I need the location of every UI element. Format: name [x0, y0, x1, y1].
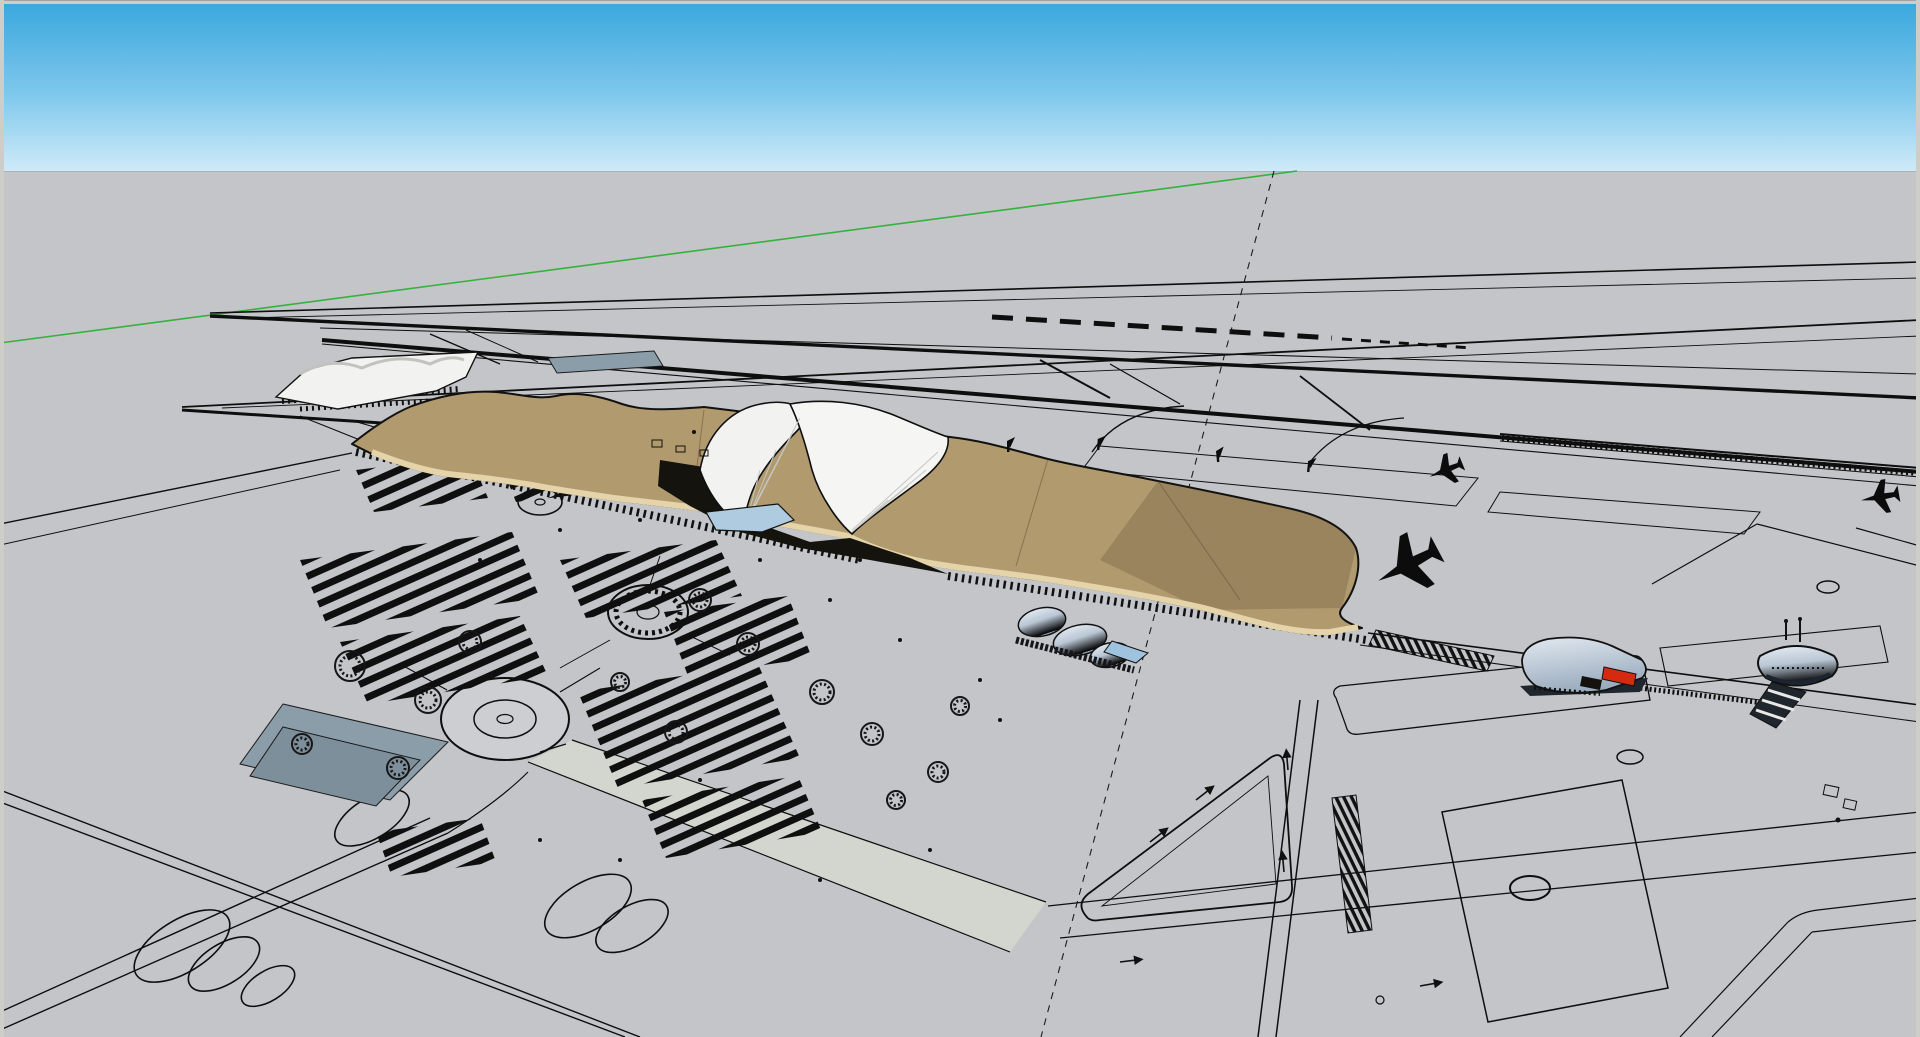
antenna-tip: [1798, 617, 1802, 621]
sky: [0, 0, 1920, 171]
window-border-edge: [0, 0, 1920, 1]
window-border-right: [1916, 0, 1920, 1037]
small-structure: [1836, 818, 1841, 823]
model-viewport-canvas[interactable]: [0, 0, 1920, 1037]
window-border-top: [0, 1, 1920, 4]
window-border-left: [0, 0, 4, 1037]
antenna-tip: [1784, 619, 1788, 623]
model-viewport-window: [0, 0, 1920, 1037]
